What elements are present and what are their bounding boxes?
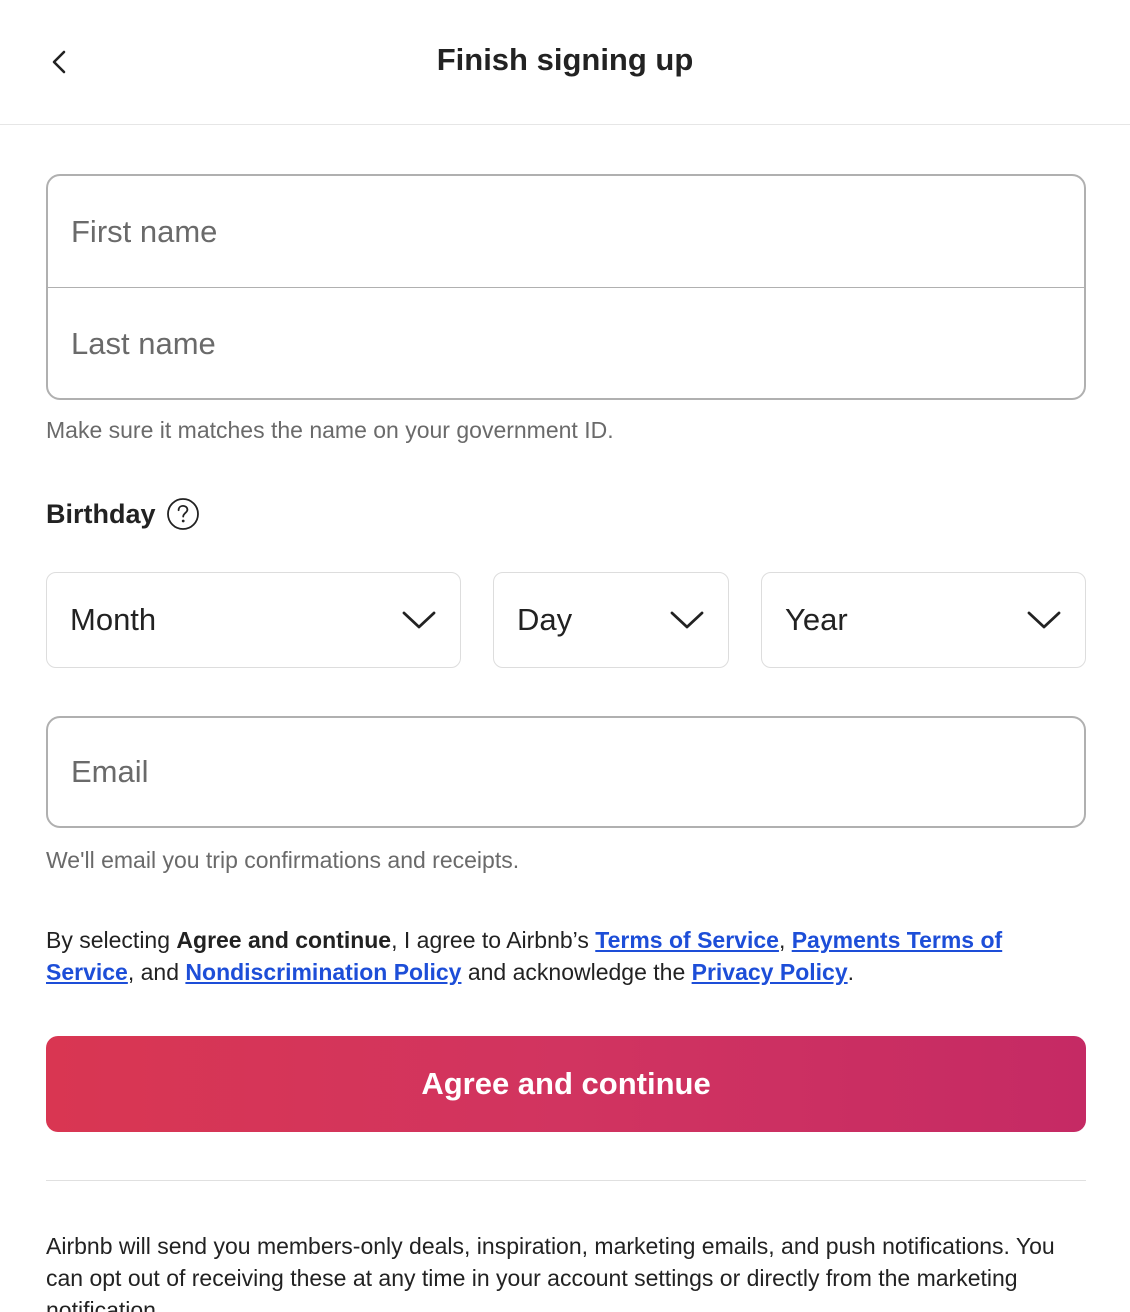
last-name-input[interactable]: Last name xyxy=(48,288,1084,398)
month-select-value: Month xyxy=(70,602,157,637)
name-hint: Make sure it matches the name on your go… xyxy=(46,417,614,443)
birthday-label: Birthday xyxy=(46,496,200,532)
terms-of-service-link[interactable]: Terms of Service xyxy=(595,927,779,953)
day-select[interactable]: Day xyxy=(493,572,729,668)
day-select-value: Day xyxy=(517,602,573,637)
signup-modal: Finish signing up First name Last name M… xyxy=(0,0,1130,1312)
name-field-group: First name Last name xyxy=(46,174,1086,400)
divider xyxy=(46,1180,1086,1181)
marketing-notice: Airbnb will send you members-only deals,… xyxy=(46,1233,1055,1312)
email-input[interactable]: Email xyxy=(46,716,1086,828)
agree-and-continue-button[interactable]: Agree and continue xyxy=(46,1036,1086,1132)
chevron-down-icon xyxy=(670,611,704,629)
legal-text: By selecting Agree and continue, I agree… xyxy=(46,924,1056,988)
privacy-policy-link[interactable]: Privacy Policy xyxy=(692,959,848,985)
legal-period: . xyxy=(847,959,855,985)
page-title: Finish signing up xyxy=(436,42,694,77)
legal-prefix: By selecting xyxy=(46,927,177,953)
modal-header: Finish signing up xyxy=(0,0,1130,125)
legal-acknowledge: and acknowledge the xyxy=(461,959,692,985)
chevron-down-icon xyxy=(402,611,436,629)
question-circle-icon[interactable] xyxy=(166,497,200,531)
chevron-down-icon xyxy=(1027,611,1061,629)
first-name-input[interactable]: First name xyxy=(48,176,1084,288)
email-hint: We'll email you trip confirmations and r… xyxy=(46,847,520,873)
nondiscrimination-policy-link[interactable]: Nondiscrimination Policy xyxy=(185,959,461,985)
legal-mid: , I agree to Airbnb’s xyxy=(391,927,596,953)
year-select-value: Year xyxy=(785,602,848,637)
month-select[interactable]: Month xyxy=(46,572,461,668)
year-select[interactable]: Year xyxy=(761,572,1086,668)
legal-bold-agree: Agree and continue xyxy=(176,927,392,953)
legal-comma: , xyxy=(778,927,792,953)
birthday-label-text: Birthday xyxy=(46,498,156,529)
legal-and: , and xyxy=(127,959,186,985)
